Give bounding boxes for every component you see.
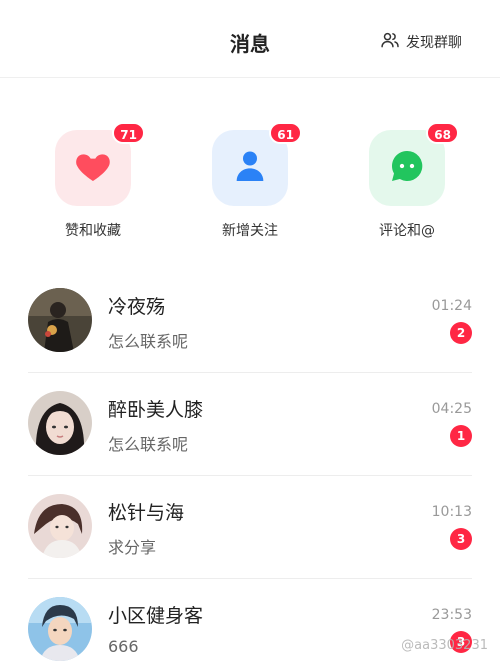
chat-name: 松针与海 [108, 502, 185, 524]
followers-badge: 61 [269, 122, 302, 144]
followers-tile: 61 [212, 122, 302, 206]
comments-badge: 68 [426, 122, 459, 144]
chat-preview: 怎么联系呢 [108, 332, 189, 351]
comments-tile: 68 [369, 122, 459, 206]
followers-label: 新增关注 [222, 223, 278, 239]
likes-and-collections-entry[interactable]: 71 赞和收藏 [38, 122, 148, 240]
header-bar: 消息 发现群聊 [0, 0, 500, 78]
new-followers-entry[interactable]: 61 新增关注 [195, 122, 305, 240]
likes-label: 赞和收藏 [65, 223, 121, 239]
chat-bubble-icon [387, 146, 427, 190]
chat-row[interactable]: 小区健身客 666 23:53 3 [28, 579, 472, 667]
discover-label: 发现群聊 [406, 35, 462, 51]
comments-label: 评论和@ [379, 223, 435, 239]
likes-badge: 71 [112, 122, 145, 144]
heart-icon [73, 146, 113, 190]
chat-row[interactable]: 冷夜殇 怎么联系呢 01:24 2 [28, 270, 472, 373]
unread-badge: 2 [450, 322, 472, 344]
chat-time: 01:24 [431, 298, 472, 314]
chat-preview: 求分享 [108, 538, 157, 557]
discover-group-chat-button[interactable]: 发现群聊 [380, 30, 462, 54]
avatar [28, 288, 92, 352]
chat-row[interactable]: 醉卧美人膝 怎么联系呢 04:25 1 [28, 373, 472, 476]
chat-name: 小区健身客 [108, 605, 204, 627]
avatar [28, 597, 92, 661]
chat-preview: 666 [108, 637, 139, 656]
chat-time: 23:53 [431, 607, 472, 623]
unread-badge: 3 [450, 528, 472, 550]
avatar [28, 391, 92, 455]
avatar [28, 494, 92, 558]
quick-actions: 71 赞和收藏 61 新增关注 68 评论和@ [0, 78, 500, 258]
person-icon [230, 146, 270, 190]
likes-tile: 71 [55, 122, 145, 206]
chat-preview: 怎么联系呢 [108, 435, 189, 454]
chat-time: 10:13 [431, 504, 472, 520]
chat-name: 冷夜殇 [108, 296, 166, 318]
chat-time: 04:25 [431, 401, 472, 417]
messages-screen: 消息 发现群聊 71 赞和收藏 61 新增关注 68 评论和@ 冷夜殇 怎么联系… [0, 0, 500, 667]
watermark: @aa3303231 [401, 638, 488, 653]
unread-badge: 1 [450, 425, 472, 447]
chat-row[interactable]: 松针与海 求分享 10:13 3 [28, 476, 472, 579]
comments-and-mentions-entry[interactable]: 68 评论和@ [352, 122, 462, 240]
watermark-text: @aa3303231 [401, 638, 488, 653]
users-icon [380, 30, 400, 54]
chat-name: 醉卧美人膝 [108, 399, 204, 421]
